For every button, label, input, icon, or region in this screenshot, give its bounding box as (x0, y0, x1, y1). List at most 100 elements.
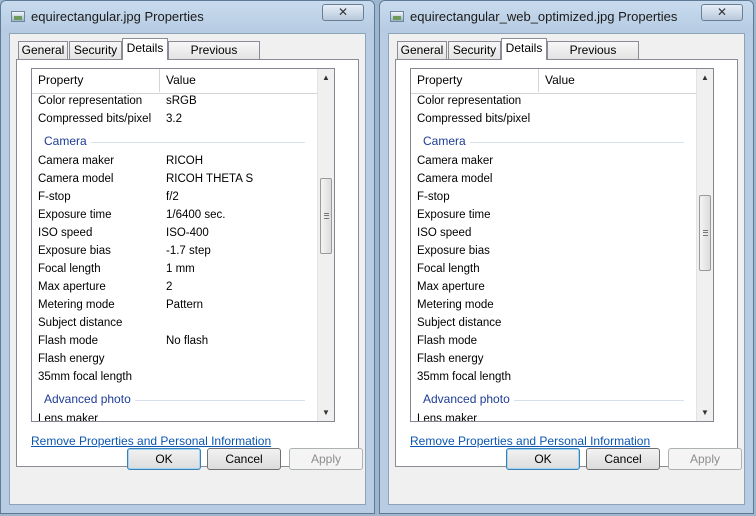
property-row[interactable]: Color representation (411, 93, 696, 111)
property-name: 35mm focal length (38, 371, 132, 383)
property-row[interactable]: Exposure time 1/6400 sec. (32, 207, 317, 225)
property-row[interactable]: Exposure time (411, 207, 696, 225)
property-row[interactable]: Metering mode (411, 297, 696, 315)
list-header: Property Value (411, 69, 696, 94)
column-header-property[interactable]: Property (32, 69, 160, 92)
group-label: Advanced photo (423, 392, 514, 406)
scroll-down-arrow-icon[interactable]: ▼ (697, 404, 713, 421)
property-name: Focal length (38, 263, 101, 275)
property-row[interactable]: F-stop (411, 189, 696, 207)
property-value: 1 mm (166, 263, 195, 275)
tab-general[interactable]: General (397, 41, 447, 59)
image-file-icon (390, 11, 404, 22)
list-header: Property Value (32, 69, 317, 94)
scrollbar-thumb[interactable] (320, 178, 332, 254)
dialog-client: GeneralSecurityDetailsPrevious VersionsP… (9, 33, 366, 505)
property-name: Max aperture (38, 281, 106, 293)
list-rows: Color representation Compressed bits/pixe… (411, 93, 696, 421)
group-header-camera: Camera (32, 132, 317, 150)
property-value: -1.7 step (166, 245, 211, 257)
tab-security[interactable]: Security (448, 41, 501, 59)
close-button[interactable]: ✕ (322, 4, 364, 21)
property-row[interactable]: Camera model RICOH THETA S (32, 171, 317, 189)
remove-properties-link[interactable]: Remove Properties and Personal Informati… (410, 434, 650, 448)
property-row[interactable]: Subject distance (32, 315, 317, 333)
property-list[interactable]: Property Value Color representation Compres… (410, 68, 714, 422)
vertical-scrollbar[interactable]: ▲ ▼ (317, 69, 334, 421)
property-row[interactable]: Camera model (411, 171, 696, 189)
title-bar[interactable]: equirectangular_web_optimized.jpg Proper… (380, 1, 753, 33)
property-name: Compressed bits/pixel (38, 113, 152, 125)
property-row[interactable]: 35mm focal length (411, 369, 696, 387)
window-title: equirectangular_web_optimized.jpg Proper… (410, 9, 678, 24)
column-header-value[interactable]: Value (160, 69, 317, 92)
property-value: No flash (166, 335, 209, 347)
property-row[interactable]: Exposure bias -1.7 step (32, 243, 317, 261)
property-name: F-stop (417, 191, 450, 203)
ok-button[interactable]: OK (506, 448, 580, 470)
apply-button[interactable]: Apply (289, 448, 363, 470)
property-row[interactable]: Compressed bits/pixel (411, 111, 696, 129)
property-row[interactable]: Camera maker (411, 153, 696, 171)
tab-details[interactable]: Details (122, 38, 168, 60)
property-row[interactable]: Max aperture (411, 279, 696, 297)
title-bar[interactable]: equirectangular.jpg Properties ✕ (1, 1, 374, 33)
property-row[interactable]: ISO speed ISO-400 (32, 225, 317, 243)
vertical-scrollbar[interactable]: ▲ ▼ (696, 69, 713, 421)
scroll-up-arrow-icon[interactable]: ▲ (318, 69, 334, 86)
cancel-button[interactable]: Cancel (586, 448, 660, 470)
property-name: Focal length (417, 263, 480, 275)
column-header-value[interactable]: Value (539, 69, 696, 92)
ok-button[interactable]: OK (127, 448, 201, 470)
cancel-button[interactable]: Cancel (207, 448, 281, 470)
property-row[interactable]: Focal length 1 mm (32, 261, 317, 279)
scroll-down-arrow-icon[interactable]: ▼ (318, 404, 334, 421)
property-name: Metering mode (38, 299, 115, 311)
property-name: Exposure bias (417, 245, 490, 257)
property-row[interactable]: Max aperture 2 (32, 279, 317, 297)
property-row[interactable]: Compressed bits/pixel 3.2 (32, 111, 317, 129)
property-row[interactable]: Camera maker RICOH (32, 153, 317, 171)
scrollbar-thumb[interactable] (699, 195, 711, 271)
property-row[interactable]: ISO speed (411, 225, 696, 243)
property-value: 3.2 (166, 113, 182, 125)
property-row[interactable]: Exposure bias (411, 243, 696, 261)
property-row[interactable]: Color representation sRGB (32, 93, 317, 111)
property-row[interactable]: Flash mode No flash (32, 333, 317, 351)
tab-previous-versions[interactable]: Previous Versions (168, 41, 260, 73)
group-header-camera: Camera (411, 132, 696, 150)
property-row[interactable]: Focal length (411, 261, 696, 279)
tab-previous-versions[interactable]: Previous Versions (547, 41, 639, 73)
property-list[interactable]: Property Value Color representation sRGB Com… (31, 68, 335, 422)
property-row[interactable]: Subject distance (411, 315, 696, 333)
group-label: Camera (423, 134, 470, 148)
tab-security[interactable]: Security (69, 41, 122, 59)
property-name: F-stop (38, 191, 71, 203)
property-row[interactable]: Flash energy (411, 351, 696, 369)
property-row[interactable]: Flash energy (32, 351, 317, 369)
tab-details[interactable]: Details (501, 38, 547, 60)
property-value: Pattern (166, 299, 204, 311)
property-row[interactable]: Flash mode (411, 333, 696, 351)
property-name: Max aperture (417, 281, 485, 293)
group-label: Advanced photo (44, 392, 135, 406)
close-button[interactable]: ✕ (701, 4, 743, 21)
property-name: Compressed bits/pixel (417, 113, 531, 125)
property-name: Flash energy (417, 353, 484, 365)
property-name: Color representation (38, 95, 143, 107)
remove-properties-link[interactable]: Remove Properties and Personal Informati… (31, 434, 271, 448)
property-row[interactable]: F-stop f/2 (32, 189, 317, 207)
property-name: Camera model (417, 173, 493, 185)
tab-general[interactable]: General (18, 41, 68, 59)
apply-button[interactable]: Apply (668, 448, 742, 470)
column-header-property[interactable]: Property (411, 69, 539, 92)
property-name: Exposure time (38, 209, 112, 221)
property-row[interactable]: Lens maker (32, 411, 317, 421)
property-row[interactable]: 35mm focal length (32, 369, 317, 387)
group-label: Camera (44, 134, 91, 148)
property-row[interactable]: Lens maker (411, 411, 696, 421)
property-row[interactable]: Metering mode Pattern (32, 297, 317, 315)
property-name: Camera model (38, 173, 114, 185)
property-name: Flash mode (417, 335, 478, 347)
scroll-up-arrow-icon[interactable]: ▲ (697, 69, 713, 86)
